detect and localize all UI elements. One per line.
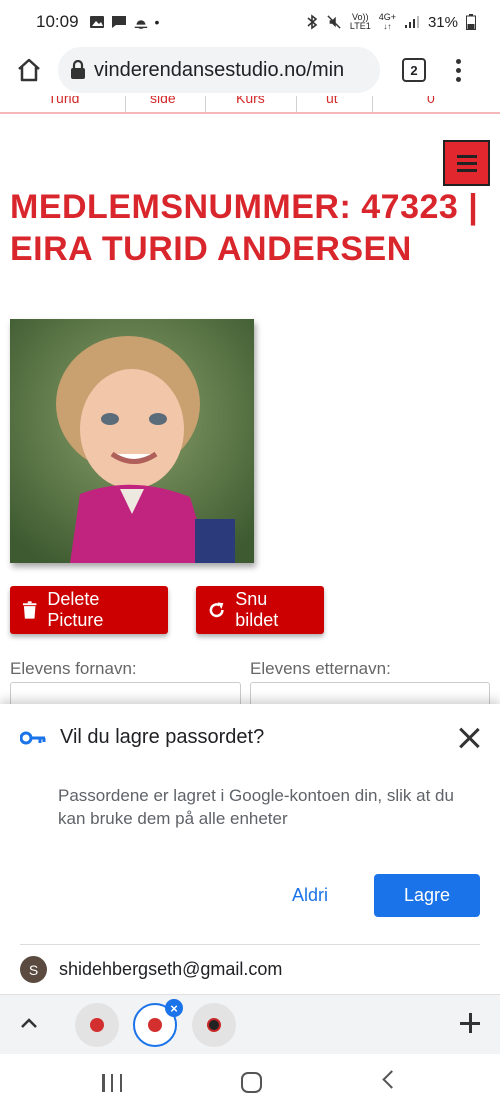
url-text: vinderendansestudio.no/min — [94, 58, 345, 81]
web-page: Turid side Kurs ut 0 MEDLEMSNUMMER: 4732… — [0, 96, 500, 704]
nav-item-courses[interactable]: Kurs — [236, 96, 265, 106]
tab-thumbnail[interactable] — [192, 1003, 236, 1047]
close-tab-icon[interactable]: × — [165, 999, 183, 1017]
redo-icon — [209, 602, 224, 618]
battery-percent: 31% — [427, 13, 458, 31]
last-name-label: Elevens etternavn: — [250, 659, 391, 678]
hamburger-menu-button[interactable] — [443, 140, 490, 186]
first-name-label: Elevens fornavn: — [10, 659, 137, 678]
chevron-up-icon[interactable] — [20, 1017, 38, 1029]
last-name-input[interactable] — [250, 682, 490, 704]
more-notifications-icon: • — [154, 14, 160, 30]
save-button[interactable]: Lagre — [374, 874, 480, 917]
top-nav: Turid side Kurs ut 0 — [0, 96, 500, 114]
never-button[interactable]: Aldri — [270, 874, 350, 916]
member-photo — [10, 319, 254, 563]
tab-thumbnail[interactable] — [75, 1003, 119, 1047]
nav-item-logout[interactable]: ut — [326, 96, 338, 106]
trash-icon — [22, 601, 37, 619]
sheet-divider — [20, 944, 480, 945]
network-gen-indicator: 4G+ ↓↑ — [378, 12, 396, 32]
child-portrait-image — [10, 319, 254, 563]
tab-thumbnail-active[interactable]: × — [133, 999, 183, 1047]
save-password-sheet: Vil du lagre passordet? Passordene er la… — [0, 704, 500, 994]
page-title: MEDLEMSNUMMER: 47323 | EIRA TURID ANDERS… — [10, 188, 479, 268]
bluetooth-icon — [307, 14, 318, 30]
browser-menu-icon[interactable] — [454, 58, 462, 82]
gallery-icon — [89, 16, 104, 28]
system-nav-bar — [0, 1054, 500, 1111]
new-tab-icon[interactable] — [458, 1011, 482, 1035]
status-right: Vo)) LTE1 4G+ ↓↑ 31% — [306, 13, 476, 31]
home-icon — [18, 58, 40, 82]
close-icon[interactable] — [458, 727, 480, 749]
key-icon — [20, 731, 46, 744]
weather-icon — [133, 20, 148, 29]
account-email: shidehbergseth@gmail.com — [59, 959, 283, 979]
nav-item-profile[interactable]: Turid — [48, 96, 79, 106]
volte-indicator: Vo)) LTE1 — [349, 12, 371, 31]
nav-item-cart[interactable]: 0 — [427, 96, 435, 106]
site-favicon-icon — [207, 1018, 221, 1032]
mute-icon — [327, 15, 341, 29]
signal-icon — [404, 16, 419, 28]
account-row[interactable]: S shidehbergseth@gmail.com — [20, 956, 282, 983]
home-nav-icon[interactable] — [241, 1072, 262, 1093]
delete-picture-label: Delete Picture — [47, 589, 104, 630]
status-bar: 10:09 • Vo)) LTE1 4G+ ↓↑ 31% — [0, 0, 500, 44]
site-favicon-icon — [90, 1018, 104, 1032]
screen: 10:09 • Vo)) LTE1 4G+ ↓↑ 31% vinderendan… — [0, 0, 500, 1111]
site-favicon-icon — [148, 1018, 162, 1032]
tab-switcher-button[interactable]: 2 — [402, 58, 426, 82]
sheet-title: Vil du lagre passordet? — [60, 726, 265, 748]
battery-icon — [466, 14, 476, 30]
delete-picture-button[interactable]: Delete Picture — [10, 586, 168, 634]
lock-icon — [71, 60, 85, 79]
status-time: 10:09 — [36, 12, 79, 31]
nav-item-page[interactable]: side — [150, 96, 176, 106]
notification-icons: • — [89, 14, 160, 30]
avatar: S — [20, 956, 47, 983]
recents-icon[interactable] — [102, 1074, 122, 1092]
first-name-input[interactable] — [10, 682, 241, 704]
sheet-description: Passordene er lagret i Google-kontoen di… — [58, 786, 454, 828]
home-button[interactable] — [0, 44, 58, 96]
tab-strip: × — [0, 994, 500, 1054]
message-icon — [111, 16, 126, 28]
sheet-header: Vil du lagre passordet? — [20, 726, 480, 749]
back-icon[interactable] — [382, 1070, 401, 1089]
rotate-picture-label: Snu bildet — [235, 589, 279, 630]
rotate-picture-button[interactable]: Snu bildet — [196, 586, 324, 634]
browser-toolbar: vinderendansestudio.no/min 2 — [0, 44, 500, 96]
address-bar[interactable]: vinderendansestudio.no/min — [58, 47, 380, 93]
